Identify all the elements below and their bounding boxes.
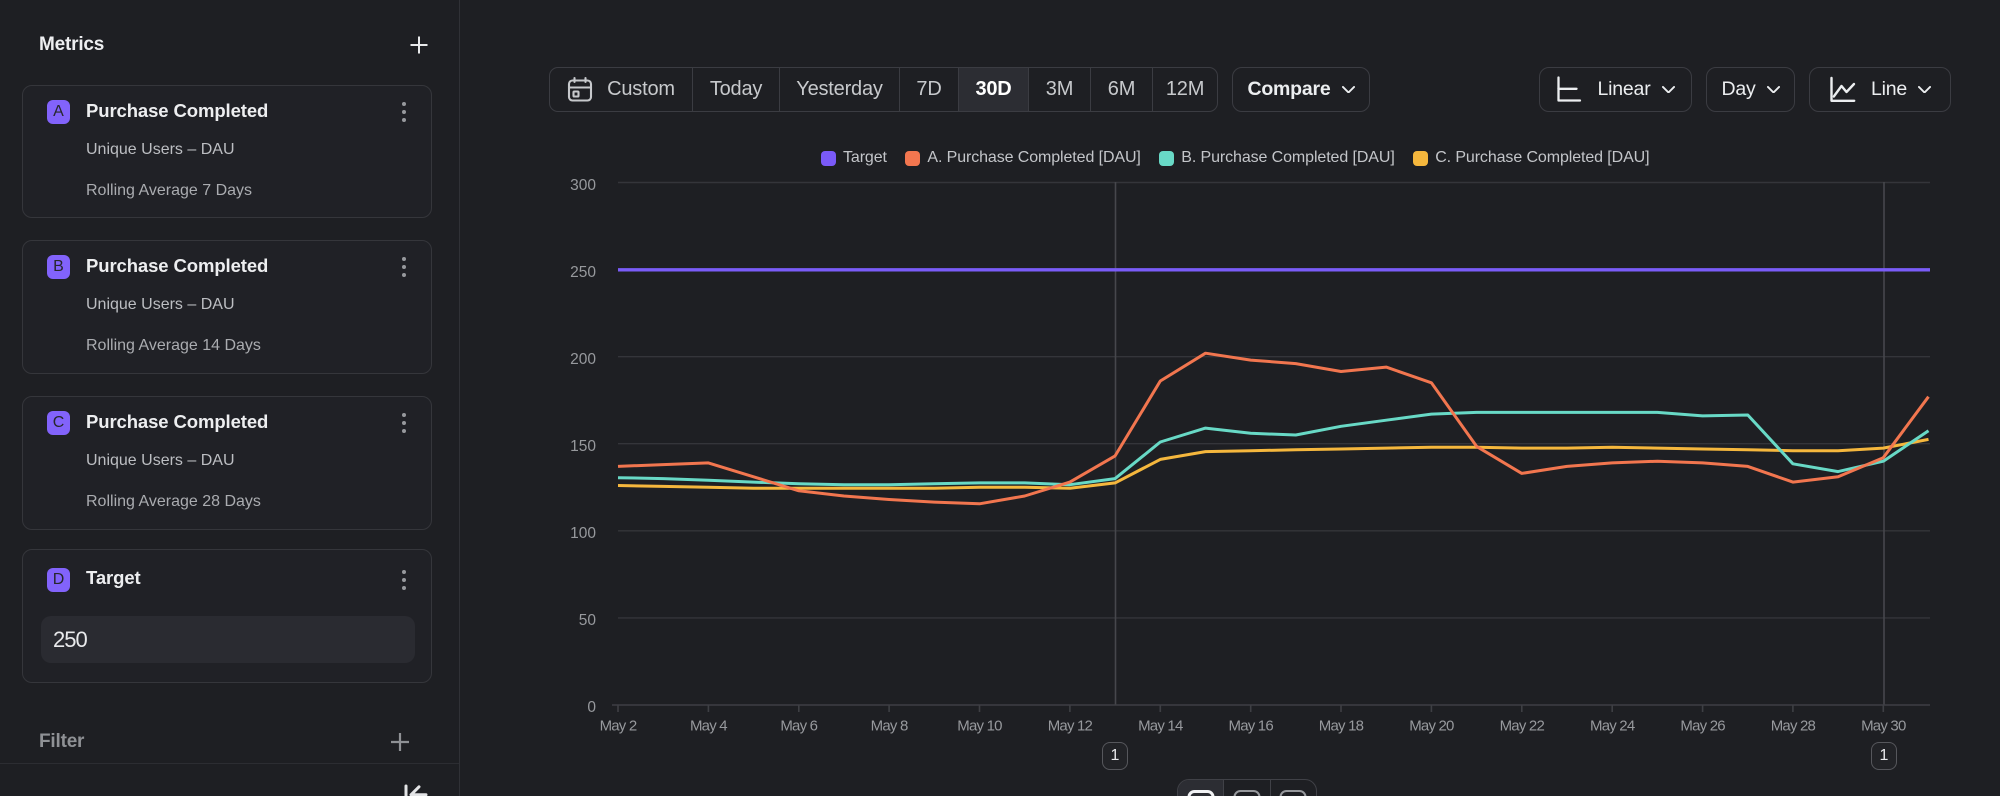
svg-text:100: 100 <box>570 525 596 542</box>
svg-text:May 30: May 30 <box>1861 718 1906 735</box>
svg-text:May 26: May 26 <box>1680 718 1725 735</box>
svg-text:May 18: May 18 <box>1319 718 1364 735</box>
svg-text:May 8: May 8 <box>871 718 908 735</box>
svg-text:May 10: May 10 <box>957 718 1002 735</box>
svg-text:May 20: May 20 <box>1409 718 1454 735</box>
svg-text:50: 50 <box>579 612 597 629</box>
svg-text:May 6: May 6 <box>780 718 817 735</box>
svg-text:150: 150 <box>570 438 596 455</box>
svg-text:0: 0 <box>587 699 596 716</box>
svg-text:May 16: May 16 <box>1229 718 1274 735</box>
svg-text:May 4: May 4 <box>690 718 727 735</box>
svg-text:250: 250 <box>570 264 596 281</box>
svg-text:May 14: May 14 <box>1138 718 1183 735</box>
svg-text:May 22: May 22 <box>1500 718 1545 735</box>
svg-text:May 2: May 2 <box>600 718 637 735</box>
svg-text:200: 200 <box>570 351 596 368</box>
svg-text:300: 300 <box>570 177 596 194</box>
svg-text:May 28: May 28 <box>1771 718 1816 735</box>
svg-text:May 24: May 24 <box>1590 718 1635 735</box>
svg-text:May 12: May 12 <box>1048 718 1093 735</box>
